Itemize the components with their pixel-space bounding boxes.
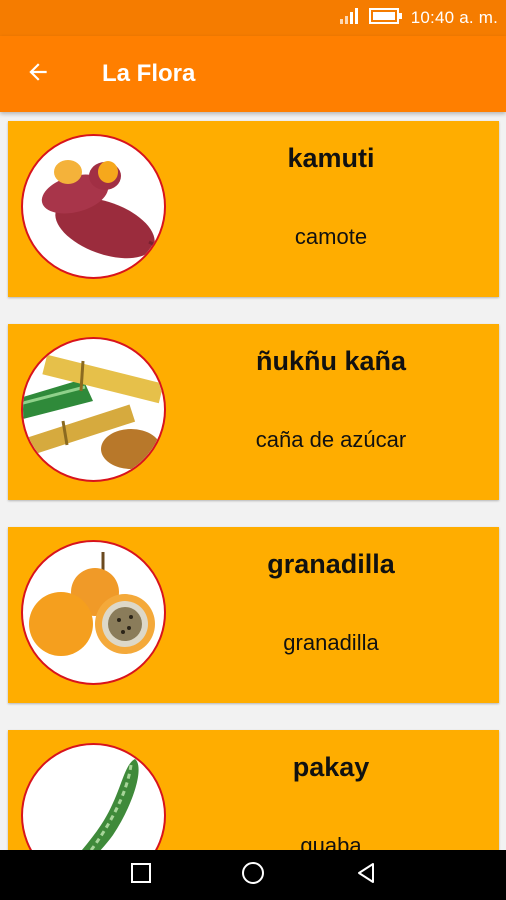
quechua-word: ñukñu kaña xyxy=(255,346,407,376)
square-icon xyxy=(129,861,153,890)
app-bar: La Flora xyxy=(0,36,506,112)
list-item[interactable]: ñukñu kaña caña de azúcar xyxy=(8,324,499,500)
spanish-meaning: granadilla xyxy=(283,630,379,655)
list-item[interactable]: kamuti camote xyxy=(8,121,499,297)
spanish-meaning: caña de azúcar xyxy=(255,427,407,452)
spanish-meaning: guaba xyxy=(300,833,362,850)
back-nav-button[interactable] xyxy=(346,855,386,895)
quechua-word: granadilla xyxy=(267,549,395,579)
home-button[interactable] xyxy=(233,855,273,895)
navigation-bar xyxy=(0,850,506,900)
list-item[interactable]: pakay guaba xyxy=(8,730,499,850)
back-button[interactable] xyxy=(14,50,62,98)
quechua-word: kamuti xyxy=(287,143,375,173)
signal-icon xyxy=(339,7,361,30)
status-bar: 10:40 a. m. xyxy=(0,0,506,36)
sweet-potato-image xyxy=(21,134,166,279)
list-item[interactable]: granadilla granadilla xyxy=(8,527,499,703)
guaba-pod-image xyxy=(21,743,166,850)
arrow-back-icon xyxy=(25,59,51,90)
flora-list[interactable]: kamuti camote ñukñu kaña caña de azúcar xyxy=(0,112,506,850)
battery-icon xyxy=(368,7,403,30)
recents-button[interactable] xyxy=(121,855,161,895)
sugar-cane-image xyxy=(21,337,166,482)
quechua-word: pakay xyxy=(292,752,370,782)
page-title: La Flora xyxy=(102,60,196,87)
triangle-back-icon xyxy=(354,861,378,890)
status-time: 10:40 a. m. xyxy=(410,8,498,27)
granadilla-image xyxy=(21,540,166,685)
spanish-meaning: camote xyxy=(294,224,368,249)
circle-icon xyxy=(240,860,266,891)
